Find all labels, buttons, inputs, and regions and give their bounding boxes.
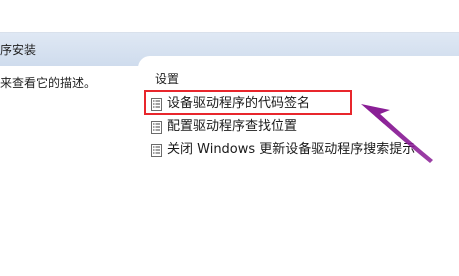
settings-column-header[interactable]: 设置 xyxy=(155,72,179,86)
policy-document-icon xyxy=(151,143,162,157)
setting-item-label: 关闭 Windows 更新设备驱动程序搜索提示 xyxy=(167,142,416,157)
top-strip xyxy=(0,0,459,33)
group-policy-editor-view: 序安装 来查看它的描述。 设置 设备驱动程序的代码签名 配置驱动程序查找位置 关… xyxy=(0,0,459,276)
policy-document-icon xyxy=(151,120,162,134)
setting-item-label: 配置驱动程序查找位置 xyxy=(167,119,298,134)
setting-item-windows-update-driver-prompt[interactable]: 关闭 Windows 更新设备驱动程序搜索提示 xyxy=(151,141,415,159)
description-hint: 来查看它的描述。 xyxy=(0,76,97,90)
description-pane xyxy=(0,66,138,276)
setting-item-driver-search-location[interactable]: 配置驱动程序查找位置 xyxy=(151,118,297,136)
annotation-highlight-box xyxy=(144,90,352,115)
settings-pane xyxy=(138,56,459,276)
category-title: 序安装 xyxy=(0,43,37,57)
